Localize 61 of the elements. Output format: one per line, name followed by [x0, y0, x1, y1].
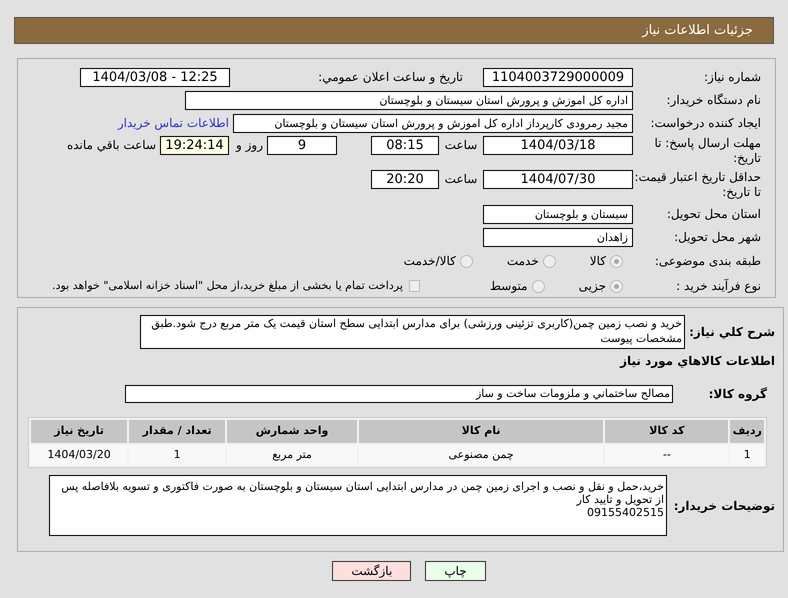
field-label: مهلت ارسال پاسخ: تا تاریخ: — [653, 136, 761, 166]
value-field: 1404/03/18 — [483, 136, 633, 155]
field-label: روز و — [234, 138, 263, 153]
value-field: 1104003729000009 — [483, 68, 633, 86]
radio-label: کالا/خدمت — [404, 253, 456, 270]
radio-button[interactable] — [460, 254, 473, 268]
radio-label: متوسط — [490, 278, 528, 295]
table-cell: -- — [605, 445, 728, 465]
radio-label: کالا — [590, 253, 606, 270]
checkbox[interactable] — [408, 280, 420, 292]
column-header: تاریخ نیاز — [31, 420, 128, 443]
field-label: گروه کالا: — [708, 386, 768, 403]
field-label: توضیحات خریدار: — [672, 498, 775, 514]
value-field: اداره کل اموزش و پرورش استان سیستان و بلوچستان — [185, 90, 633, 110]
table-cell: متر مربع — [227, 445, 357, 465]
value-field: 9 — [267, 136, 337, 155]
countdown-field: 19:24:14 — [160, 136, 229, 155]
field-label: طبقه بندی موضوعی: — [654, 254, 761, 268]
field-label: شرح کلي نیاز: — [688, 324, 775, 341]
back-button[interactable]: بازگشت — [332, 561, 412, 581]
payment-note: پرداخت تمام یا بخشی از مبلغ خرید،از محل "اسناد خزانه اسلامی" خواهد بود. — [52, 278, 403, 294]
radio-button[interactable] — [610, 254, 623, 268]
field-label: نوع فرآیند خرید : — [675, 278, 761, 294]
column-header: واحد شمارش — [227, 420, 357, 443]
value-field: مجید رمرودی کارپرداز اداره کل اموزش و پرورش استان سیستان و بلوچستان — [233, 114, 633, 132]
field-label: تاریخ و ساعت اعلان عمومي: — [317, 70, 463, 84]
section-title: اطلاعات کالاهاي مورد نیاز — [618, 353, 775, 370]
column-header: تعداد / مقدار — [129, 420, 226, 443]
radio-label: خدمت — [506, 253, 539, 270]
field-label: ایجاد کننده درخواست: — [649, 116, 761, 130]
table-cell: 1 — [730, 445, 764, 465]
radio-button[interactable] — [610, 280, 623, 292]
goods-group-field: مصالح ساختماني و ملزومات ساخت و ساز — [125, 385, 673, 403]
field-label: ساعت — [444, 138, 478, 153]
column-header: کد کالا — [605, 420, 728, 443]
value-field: سیستان و بلوچستان — [483, 204, 633, 224]
value-field: 20:20 — [371, 170, 439, 189]
summary-textarea[interactable]: خرید و نصب زمین چمن(کاربری تزئینی ورزشی) برای مدارس ابتدایی سطح استان قیمت یک متر مربع درج شود.طبق مشخصات پیوست — [140, 315, 685, 349]
field-label: شهر محل تحویل: — [673, 230, 761, 244]
value-field: زاهدان — [483, 228, 633, 246]
notes-textarea[interactable]: خرید،حمل و نقل و نصب و اجرای زمین چمن در مدارس ابتدایی استان سیستان و بلوچستان به صورت فاکتوری و تسویه بلافاصله پس از تحویل و تایید کار 09155402515 — [49, 475, 667, 536]
buyer-contact-link[interactable]: اطلاعات تماس خریدار — [118, 114, 229, 132]
radio-button[interactable] — [542, 254, 556, 268]
print-button[interactable]: چاپ — [425, 561, 486, 581]
value-field: 1404/03/08 - 12:25 — [80, 68, 230, 86]
field-label: ساعت — [444, 172, 478, 187]
value-field: 08:15 — [371, 136, 439, 155]
column-header: ردیف — [730, 420, 764, 443]
table-cell: 1404/03/20 — [31, 445, 128, 465]
field-label: استان محل تحویل: — [666, 206, 761, 222]
table-cell: چمن مصنوعی — [358, 445, 604, 465]
field-label: حداقل تاریخ اعتبار قیمت: تا تاریخ: — [633, 170, 761, 200]
column-header: نام کالا — [358, 420, 604, 443]
radio-label: جزیی — [578, 278, 606, 295]
table-cell: 1 — [129, 445, 226, 465]
field-label: ساعت باقي مانده — [66, 138, 156, 153]
page-title: جزئیات اطلاعات نیاز — [642, 22, 753, 40]
radio-button[interactable] — [532, 280, 545, 292]
field-label: شماره نیاز: — [703, 70, 761, 84]
field-label: نام دستگاه خریدار: — [666, 92, 761, 108]
value-field: 1404/07/30 — [483, 170, 633, 189]
